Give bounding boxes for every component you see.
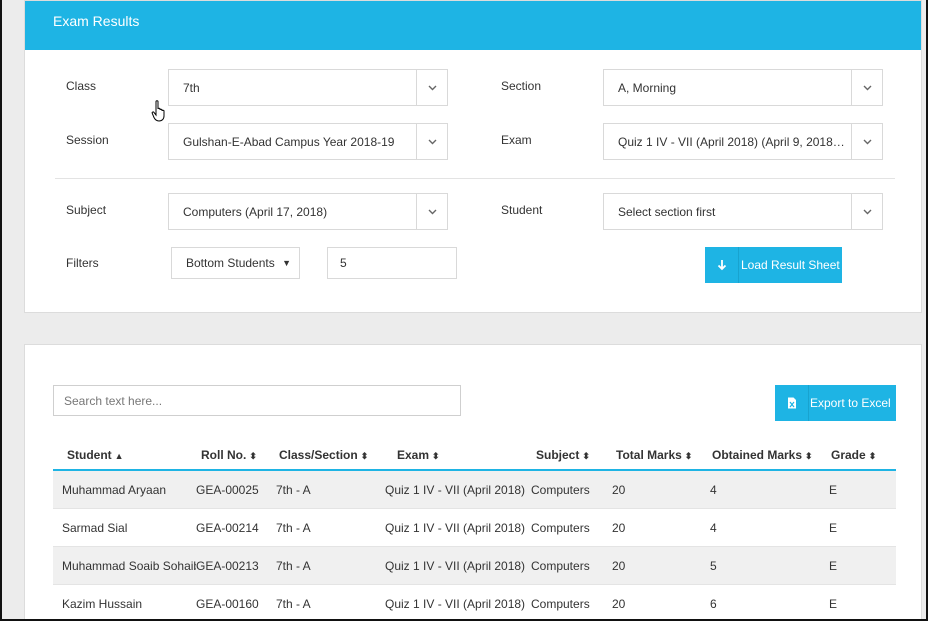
cell-subject: Computers <box>531 596 590 611</box>
section-divider <box>55 178 895 179</box>
student-select[interactable]: Select section first <box>603 193 883 230</box>
cell-exam: Quiz 1 IV - VII (April 2018) <box>385 520 526 535</box>
exam-label: Exam <box>501 133 532 147</box>
cell-roll-no: GEA-00214 <box>196 520 259 535</box>
section-select-value: A, Morning <box>618 80 677 95</box>
export-to-excel-button[interactable]: Export to Excel <box>775 385 896 421</box>
cell-student: Kazim Hussain <box>62 596 143 611</box>
session-select[interactable]: Gulshan-E-Abad Campus Year 2018-19 <box>168 123 448 160</box>
cell-obtained-marks: 5 <box>710 558 717 573</box>
column-header-student[interactable]: Student ▲ <box>53 448 196 462</box>
table-row: Sarmad Sial GEA-00214 7th - A Quiz 1 IV … <box>53 509 896 547</box>
table-body: Muhammad Aryaan GEA-00025 7th - A Quiz 1… <box>53 471 896 621</box>
cell-grade: E <box>829 596 838 611</box>
cell-total-marks: 20 <box>612 558 626 573</box>
sort-icon: ⬍ <box>868 451 877 461</box>
chevron-down-icon[interactable] <box>416 70 447 105</box>
cell-exam: Quiz 1 IV - VII (April 2018) <box>385 558 526 573</box>
subject-label: Subject <box>66 203 107 217</box>
page-title: Exam Results <box>25 1 921 50</box>
chevron-down-icon[interactable] <box>851 124 882 159</box>
cell-class-section: 7th - A <box>276 596 311 611</box>
cell-student: Muhammad Aryaan <box>62 482 167 497</box>
section-label: Section <box>501 79 542 93</box>
cell-grade: E <box>829 558 838 573</box>
cell-subject: Computers <box>531 558 590 573</box>
sort-icon: ⬍ <box>684 451 693 461</box>
subject-select[interactable]: Computers (April 17, 2018) <box>168 193 448 230</box>
chevron-down-icon[interactable] <box>851 194 882 229</box>
chevron-down-icon[interactable] <box>416 124 447 159</box>
section-select[interactable]: A, Morning <box>603 69 883 106</box>
file-excel-icon <box>775 385 809 421</box>
load-result-sheet-button[interactable]: Load Result Sheet <box>705 247 842 283</box>
filter-type-select[interactable]: Bottom Students ▼ <box>171 247 300 279</box>
column-header-obtained-marks[interactable]: Obtained Marks ⬍ <box>710 448 829 462</box>
cell-obtained-marks: 4 <box>710 482 717 497</box>
column-header-subject[interactable]: Subject ⬍ <box>531 448 612 462</box>
student-select-value: Select section first <box>618 204 716 219</box>
cell-total-marks: 20 <box>612 596 626 611</box>
cell-class-section: 7th - A <box>276 558 311 573</box>
filters-panel: Exam Results Class 7th Section A, Mornin… <box>24 0 922 313</box>
load-result-sheet-label: Load Result Sheet <box>741 258 840 272</box>
sort-icon: ⬍ <box>432 451 440 461</box>
sort-icon: ⬍ <box>249 451 257 461</box>
column-header-total-marks[interactable]: Total Marks ⬍ <box>612 448 710 462</box>
cell-roll-no: GEA-00213 <box>196 558 259 573</box>
cell-total-marks: 20 <box>612 482 626 497</box>
table-row: Kazim Hussain GEA-00160 7th - A Quiz 1 I… <box>53 585 896 621</box>
sort-icon: ⬍ <box>805 451 813 461</box>
cell-total-marks: 20 <box>612 520 626 535</box>
column-header-grade[interactable]: Grade ⬍ <box>829 448 896 462</box>
cell-student: Sarmad Sial <box>62 520 128 535</box>
sort-asc-icon: ▲ <box>114 451 124 461</box>
column-header-roll-no[interactable]: Roll No. ⬍ <box>196 448 276 462</box>
caret-down-icon: ▼ <box>282 258 291 268</box>
cell-grade: E <box>829 520 838 535</box>
arrow-down-icon <box>705 247 739 283</box>
chevron-down-icon[interactable] <box>416 194 447 229</box>
cell-class-section: 7th - A <box>276 482 311 497</box>
cell-exam: Quiz 1 IV - VII (April 2018) <box>385 482 526 497</box>
student-label: Student <box>501 203 543 217</box>
subject-select-value: Computers (April 17, 2018) <box>183 204 328 219</box>
table-row: Muhammad Soaib Sohaib GEA-00213 7th - A … <box>53 547 896 585</box>
export-to-excel-label: Export to Excel <box>810 396 891 410</box>
cell-obtained-marks: 4 <box>710 520 717 535</box>
cell-exam: Quiz 1 IV - VII (April 2018) <box>385 596 526 611</box>
cell-student: Muhammad Soaib Sohaib <box>62 558 196 573</box>
column-header-exam[interactable]: Exam ⬍ <box>385 448 531 462</box>
cell-class-section: 7th - A <box>276 520 311 535</box>
hand-cursor-icon <box>151 100 165 122</box>
filter-count-input[interactable] <box>327 247 457 279</box>
exam-select-value: Quiz 1 IV - VII (April 2018) (April 9, 2… <box>618 134 851 149</box>
table-header: Student ▲ Roll No. ⬍ Class/Section ⬍ Exam ⬍ … <box>53 441 896 471</box>
cell-roll-no: GEA-00160 <box>196 596 259 611</box>
column-header-class-section[interactable]: Class/Section ⬍ <box>276 448 385 462</box>
session-label: Session <box>66 133 109 147</box>
filter-type-value: Bottom Students <box>186 256 275 270</box>
class-label: Class <box>66 79 97 93</box>
results-table: Student ▲ Roll No. ⬍ Class/Section ⬍ Exam ⬍ … <box>53 441 896 621</box>
sort-icon: ⬍ <box>582 451 590 461</box>
search-input[interactable] <box>53 385 461 416</box>
cell-subject: Computers <box>531 482 590 497</box>
cell-obtained-marks: 6 <box>710 596 717 611</box>
cell-grade: E <box>829 482 838 497</box>
cell-subject: Computers <box>531 520 590 535</box>
class-select[interactable]: 7th <box>168 69 448 106</box>
filters-label: Filters <box>66 256 99 270</box>
chevron-down-icon[interactable] <box>851 70 882 105</box>
class-select-value: 7th <box>183 80 200 95</box>
results-panel: Export to Excel Student▲ Roll No.⬍ Class… <box>24 344 922 621</box>
sort-icon: ⬍ <box>360 451 369 461</box>
session-select-value: Gulshan-E-Abad Campus Year 2018-19 <box>183 134 395 149</box>
cell-roll-no: GEA-00025 <box>196 482 259 497</box>
table-row: Muhammad Aryaan GEA-00025 7th - A Quiz 1… <box>53 471 896 509</box>
exam-select[interactable]: Quiz 1 IV - VII (April 2018) (April 9, 2… <box>603 123 883 160</box>
